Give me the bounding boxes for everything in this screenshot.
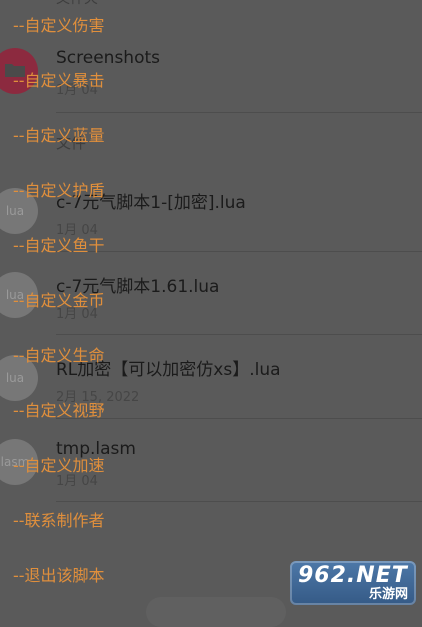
menu-item-custom-shield[interactable]: --自定义护盾 [13, 177, 105, 201]
menu-item-custom-damage[interactable]: --自定义伤害 [13, 12, 105, 36]
script-menu: --自定义伤害 --自定义暴击 --自定义蓝量 --自定义护盾 --自定义鱼干 … [0, 0, 260, 611]
menu-item-contact-author[interactable]: --联系制作者 [13, 507, 105, 531]
watermark-sub-text: 乐游网 [368, 587, 408, 602]
menu-item-custom-fish[interactable]: --自定义鱼干 [13, 232, 105, 256]
watermark-logo: 962.NET 乐游网 [290, 561, 416, 605]
menu-item-custom-crit[interactable]: --自定义暴击 [13, 67, 105, 91]
bottom-pill [146, 597, 286, 627]
menu-item-custom-mana[interactable]: --自定义蓝量 [13, 122, 105, 146]
menu-item-custom-health[interactable]: --自定义生命 [13, 342, 105, 366]
menu-item-custom-gold[interactable]: --自定义金币 [13, 287, 105, 311]
menu-item-custom-view[interactable]: --自定义视野 [13, 397, 105, 421]
menu-item-exit-script[interactable]: --退出该脚本 [13, 562, 105, 586]
menu-item-custom-speed[interactable]: --自定义加速 [13, 452, 105, 476]
